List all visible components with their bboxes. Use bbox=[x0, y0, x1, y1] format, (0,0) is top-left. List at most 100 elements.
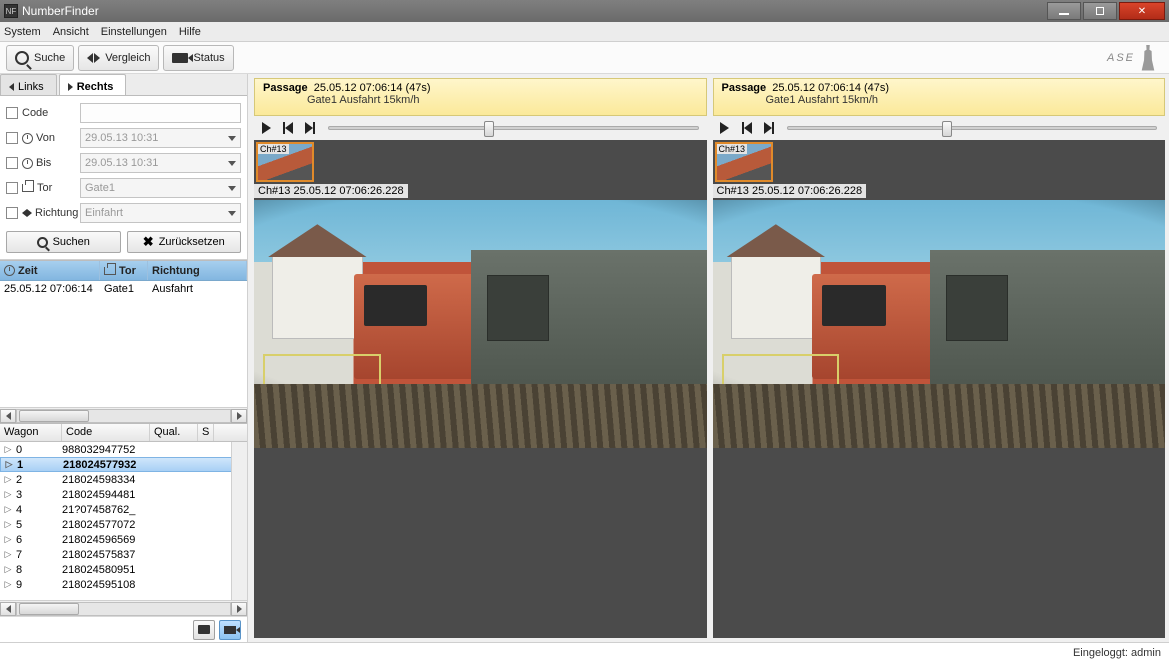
video-viewport[interactable]: Ch#13 25.05.12 07:06:26.228 bbox=[254, 184, 707, 638]
tab-rechts[interactable]: Rechts bbox=[59, 74, 127, 95]
triangle-left-icon bbox=[9, 83, 14, 91]
window-close-button[interactable]: ✕ bbox=[1119, 2, 1165, 20]
wagon-col-wagon[interactable]: Wagon bbox=[0, 424, 62, 441]
timeline-slider[interactable] bbox=[787, 126, 1158, 130]
scroll-thumb[interactable] bbox=[19, 410, 89, 422]
scroll-left-button[interactable] bbox=[0, 409, 16, 423]
tor-label: Tor bbox=[22, 182, 76, 194]
expand-icon[interactable]: ▷ bbox=[0, 519, 16, 530]
sidebar: Links Rechts Code Von 29.05.13 10:31 Bis bbox=[0, 74, 248, 642]
tor-checkbox[interactable] bbox=[6, 182, 18, 194]
reset-icon: ✖ bbox=[143, 234, 154, 250]
code-label: Code bbox=[22, 107, 76, 119]
expand-icon[interactable]: ▷ bbox=[0, 549, 16, 560]
expand-icon[interactable]: ▷ bbox=[0, 504, 16, 515]
wagon-table: Wagon Code Qual. S ▷0988032947752▷121802… bbox=[0, 423, 247, 616]
toolbar-compare-button[interactable]: Vergleich bbox=[78, 45, 159, 71]
scroll-right-button[interactable] bbox=[231, 409, 247, 423]
wagon-col-qual[interactable]: Qual. bbox=[150, 424, 198, 441]
bis-checkbox[interactable] bbox=[6, 157, 18, 169]
results-row[interactable]: 25.05.12 07:06:14Gate1Ausfahrt bbox=[0, 281, 247, 299]
von-select[interactable]: 29.05.13 10:31 bbox=[80, 128, 241, 148]
richtung-select[interactable]: Einfahrt bbox=[80, 203, 241, 223]
expand-icon[interactable]: ▷ bbox=[0, 534, 16, 545]
timeline-slider[interactable] bbox=[328, 126, 699, 130]
wagon-vscroll[interactable] bbox=[231, 442, 247, 600]
expand-icon[interactable]: ▷ bbox=[0, 579, 16, 590]
tab-links[interactable]: Links bbox=[0, 74, 57, 95]
scroll-thumb[interactable] bbox=[19, 603, 79, 615]
snapshot-button[interactable] bbox=[193, 620, 215, 640]
code-checkbox[interactable] bbox=[6, 107, 18, 119]
status-bar: Eingeloggt: admin bbox=[0, 642, 1169, 662]
tab-links-label: Links bbox=[18, 81, 44, 93]
wagon-row[interactable]: ▷7218024575837 bbox=[0, 547, 247, 562]
toolbar-status-button[interactable]: Status bbox=[163, 45, 233, 71]
clock-icon bbox=[22, 158, 33, 169]
expand-icon[interactable]: ▷ bbox=[0, 489, 16, 500]
wagon-row[interactable]: ▷0988032947752 bbox=[0, 442, 247, 457]
channel-thumbnail[interactable]: Ch#13 bbox=[256, 142, 314, 182]
search-button[interactable]: Suchen bbox=[6, 231, 121, 253]
brand-logo: ASE bbox=[1107, 45, 1163, 71]
menu-help[interactable]: Hilfe bbox=[179, 26, 201, 38]
video-button[interactable] bbox=[219, 620, 241, 640]
reset-button[interactable]: ✖Zurücksetzen bbox=[127, 231, 242, 253]
view-area: Passage 25.05.12 07:06:14 (47s) Gate1 Au… bbox=[248, 74, 1169, 642]
video-timestamp: Ch#13 25.05.12 07:06:26.228 bbox=[713, 184, 867, 198]
scroll-left-button[interactable] bbox=[0, 602, 16, 616]
toolbar-search-button[interactable]: Suche bbox=[6, 45, 74, 71]
video-timestamp: Ch#13 25.05.12 07:06:26.228 bbox=[254, 184, 408, 198]
results-col-zeit[interactable]: Zeit bbox=[0, 261, 100, 280]
gate-icon bbox=[104, 267, 116, 275]
wagon-row[interactable]: ▷8218024580951 bbox=[0, 562, 247, 577]
window-minimize-button[interactable] bbox=[1047, 2, 1081, 20]
window-maximize-button[interactable] bbox=[1083, 2, 1117, 20]
pane-header: Passage 25.05.12 07:06:14 (47s) Gate1 Au… bbox=[713, 78, 1166, 116]
video-viewport[interactable]: Ch#13 25.05.12 07:06:26.228 bbox=[713, 184, 1166, 638]
pane-right: Passage 25.05.12 07:06:14 (47s) Gate1 Au… bbox=[713, 78, 1166, 638]
status-logged-in: Eingeloggt: admin bbox=[1073, 647, 1161, 659]
wagon-row[interactable]: ▷9218024595108 bbox=[0, 577, 247, 592]
von-checkbox[interactable] bbox=[6, 132, 18, 144]
scroll-right-button[interactable] bbox=[231, 602, 247, 616]
channel-thumbnail[interactable]: Ch#13 bbox=[715, 142, 773, 182]
expand-icon[interactable]: ▷ bbox=[1, 459, 17, 470]
richtung-label: Richtung bbox=[22, 207, 76, 219]
bis-select[interactable]: 29.05.13 10:31 bbox=[80, 153, 241, 173]
wagon-row[interactable]: ▷2218024598334 bbox=[0, 472, 247, 487]
wagon-row[interactable]: ▷5218024577072 bbox=[0, 517, 247, 532]
chevron-down-icon bbox=[228, 161, 236, 166]
next-frame-button[interactable] bbox=[302, 120, 318, 136]
play-button[interactable] bbox=[258, 120, 274, 136]
wagon-row[interactable]: ▷6218024596569 bbox=[0, 532, 247, 547]
results-col-richtung[interactable]: Richtung bbox=[148, 261, 247, 280]
code-input[interactable] bbox=[80, 103, 241, 123]
play-button[interactable] bbox=[717, 120, 733, 136]
wagon-col-code[interactable]: Code bbox=[62, 424, 150, 441]
tor-select[interactable]: Gate1 bbox=[80, 178, 241, 198]
thumbnail-strip: Ch#13 bbox=[713, 140, 1166, 184]
menu-bar: System Ansicht Einstellungen Hilfe bbox=[0, 22, 1169, 42]
richtung-checkbox[interactable] bbox=[6, 207, 18, 219]
video-frame bbox=[254, 200, 707, 448]
slider-knob[interactable] bbox=[484, 121, 494, 137]
expand-icon[interactable]: ▷ bbox=[0, 474, 16, 485]
slider-knob[interactable] bbox=[942, 121, 952, 137]
wagon-row[interactable]: ▷3218024594481 bbox=[0, 487, 247, 502]
prev-frame-button[interactable] bbox=[739, 120, 755, 136]
results-hscroll[interactable] bbox=[0, 407, 247, 423]
menu-view[interactable]: Ansicht bbox=[53, 26, 89, 38]
wagon-row[interactable]: ▷421?07458762_ bbox=[0, 502, 247, 517]
menu-system[interactable]: System bbox=[4, 26, 41, 38]
camera-icon bbox=[172, 53, 188, 63]
results-col-tor[interactable]: Tor bbox=[100, 261, 148, 280]
wagon-row[interactable]: ▷1218024577932 bbox=[0, 457, 247, 472]
expand-icon[interactable]: ▷ bbox=[0, 564, 16, 575]
wagon-hscroll[interactable] bbox=[0, 600, 247, 616]
next-frame-button[interactable] bbox=[761, 120, 777, 136]
wagon-col-s[interactable]: S bbox=[198, 424, 214, 441]
prev-frame-button[interactable] bbox=[280, 120, 296, 136]
menu-settings[interactable]: Einstellungen bbox=[101, 26, 167, 38]
expand-icon[interactable]: ▷ bbox=[0, 444, 16, 455]
